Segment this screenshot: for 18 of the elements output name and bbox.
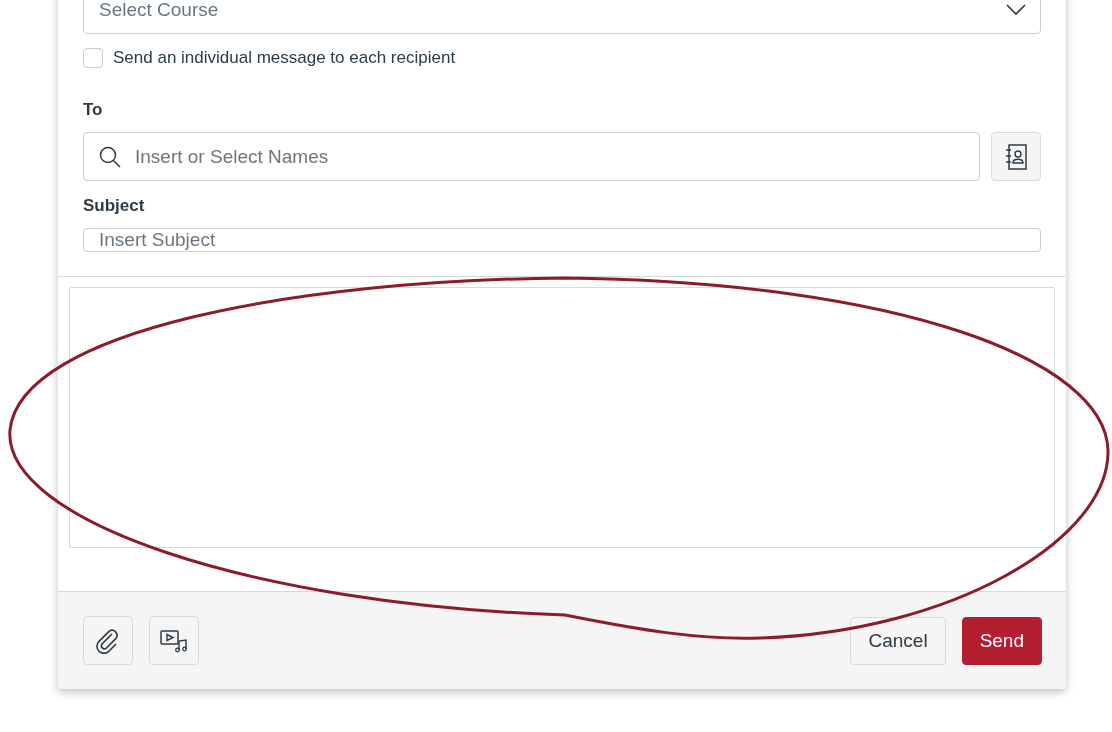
- video-music-icon: [160, 628, 188, 653]
- field-label: Subject: [83, 196, 146, 216]
- recipients-field[interactable]: Insert or Select Names: [83, 132, 980, 181]
- message-body-field[interactable]: [69, 287, 1055, 548]
- send-button[interactable]: Send: [961, 616, 1042, 665]
- field-label: To: [83, 100, 104, 120]
- course-select[interactable]: Select Course: [83, 0, 1041, 34]
- address-book-button[interactable]: [991, 132, 1041, 181]
- checkbox[interactable]: [83, 48, 103, 68]
- address-book-icon: [1005, 143, 1027, 170]
- chevron-down-icon: [1006, 4, 1026, 16]
- cancel-button[interactable]: Cancel: [850, 616, 946, 665]
- attach-button[interactable]: [83, 616, 133, 665]
- checkbox-label: Send an individual message to each recipient: [113, 48, 456, 68]
- subject-field[interactable]: Insert Subject: [83, 228, 1041, 252]
- search-icon: [99, 145, 121, 168]
- paperclip-icon: [95, 627, 121, 654]
- media-button[interactable]: [149, 616, 199, 665]
